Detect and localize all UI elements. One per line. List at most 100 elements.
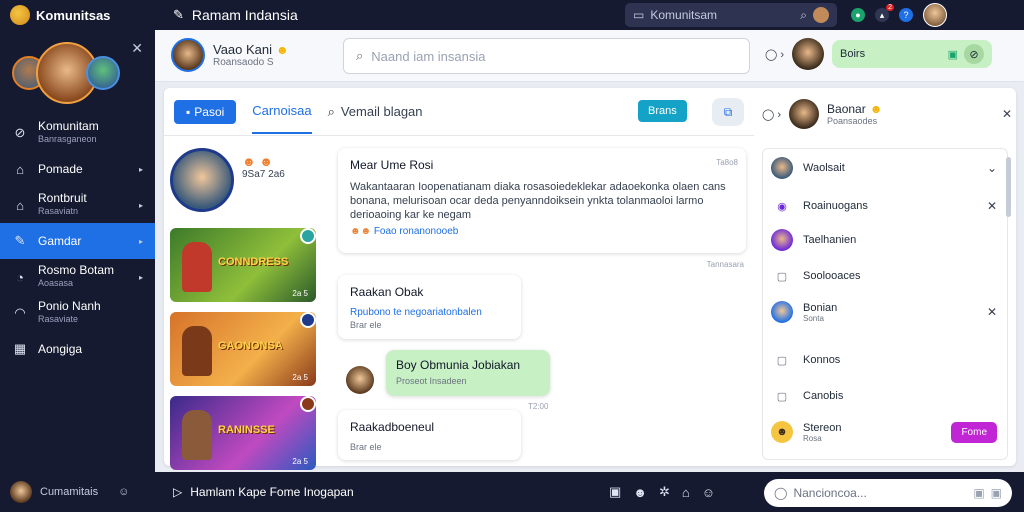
- post-author: ☻ ☻ 9Sa7 2a6: [170, 148, 320, 218]
- avatar[interactable]: [171, 38, 205, 72]
- sidebar-item-label: Rontbruit: [38, 191, 87, 205]
- avatar[interactable]: [346, 366, 374, 394]
- chevron-right-icon: ▸: [138, 236, 143, 246]
- panel-right-head: ◯ › Baonar ☻ Poansaodes ✕: [762, 94, 1012, 134]
- avatar[interactable]: [86, 56, 120, 90]
- avatar[interactable]: [789, 99, 820, 129]
- avatar[interactable]: [300, 228, 316, 244]
- smiley-icon[interactable]: ☺: [702, 485, 715, 500]
- avatar[interactable]: [170, 148, 234, 212]
- top-icons: ● ▴ 2 ?: [851, 3, 947, 27]
- list-item-label: Taelhanien: [803, 234, 857, 246]
- message-bubble[interactable]: Raakan Obak Rpubono te negoariatonbalen …: [338, 275, 521, 339]
- sidebar-item-rosmo[interactable]: ◔ Rosmo Botam Aoasasa ▸: [0, 259, 155, 295]
- top-bar: Komunitsas ✎ Ramam Indansia ▭ Komunitsam…: [0, 0, 1024, 30]
- message-title: Raakadboeneul: [350, 420, 435, 434]
- smiley-icon: ☻: [276, 42, 289, 57]
- search-icon[interactable]: ⌕: [800, 8, 807, 23]
- list-item[interactable]: Taelhanien: [771, 229, 1003, 251]
- toggle-icon[interactable]: ◯ ›: [765, 48, 784, 61]
- character-figure: [182, 242, 212, 292]
- home-icon[interactable]: ⌂: [682, 485, 690, 500]
- sidebar-item-rontbruit[interactable]: ⌂ Rontbruit Rasaviatn ▸: [0, 187, 155, 223]
- close-icon[interactable]: ✕: [1002, 107, 1012, 121]
- emoji-icon[interactable]: ◯: [774, 486, 787, 500]
- sidebar-item-aongiga[interactable]: ▦ Aongiga: [0, 331, 155, 367]
- bottom-user[interactable]: Cumamitais ☺: [0, 481, 155, 503]
- bottom-bar: Cumamitais ☺ ▷ Hamlam Kape Fome Inogapan…: [0, 472, 1024, 512]
- game-card[interactable]: RANINSSE 2a 5: [170, 396, 316, 470]
- close-icon[interactable]: ✕: [131, 40, 143, 57]
- list-item[interactable]: ▢ Soolooaces: [771, 265, 1003, 287]
- smiley-icon[interactable]: ☺: [118, 486, 129, 498]
- avatar[interactable]: [813, 7, 829, 23]
- list-item[interactable]: Bonian Sonta ✕: [771, 301, 1003, 323]
- compose-button[interactable]: ⧉: [712, 98, 744, 126]
- compass-icon: ⊘: [14, 125, 26, 140]
- gif-icon[interactable]: ▣: [991, 486, 1002, 500]
- follow-button[interactable]: Fome: [951, 421, 997, 443]
- sidebar-item-label: Gamdar: [38, 233, 82, 248]
- list-item[interactable]: Waolsait ⌄: [771, 157, 1003, 179]
- sidebar-item-gamdar[interactable]: ✎ Gamdar ▸: [0, 223, 155, 259]
- close-icon[interactable]: ✕: [987, 199, 997, 213]
- avatar[interactable]: [10, 481, 32, 503]
- close-icon[interactable]: ✕: [987, 305, 997, 319]
- chat-title: ✎ Ramam Indansia: [155, 7, 625, 23]
- header-user[interactable]: Vaao Kani ☻ Roansaodo S: [171, 38, 289, 72]
- message-link-text: Foao ronanonooeb: [373, 226, 459, 237]
- message-link[interactable]: Rpubono te negoariatonbalen: [350, 307, 509, 318]
- menu-icon: ▭: [633, 8, 645, 22]
- bottom-user-name: Cumamitais: [40, 486, 99, 498]
- game-card[interactable]: CONNDRESS 2a 5: [170, 228, 316, 302]
- reaction-icons[interactable]: ☻ ☻: [242, 154, 285, 169]
- brand[interactable]: Komunitsas: [0, 5, 155, 25]
- avatar: [771, 301, 793, 323]
- help-icon[interactable]: ?: [899, 8, 913, 22]
- tab-carnoisaa[interactable]: Carnoisaa: [252, 89, 312, 134]
- sidebar-item-komunitam[interactable]: ⊘ Komunitam Banrasganeon: [0, 115, 155, 151]
- message-bubble[interactable]: Mear Ume Rosi Wakantaaran Ioopenatianam …: [338, 148, 746, 253]
- play-icon[interactable]: ▷: [173, 485, 182, 499]
- image-icon[interactable]: ▣: [973, 486, 984, 500]
- brans-button[interactable]: Brans: [638, 100, 687, 122]
- avatar[interactable]: [300, 396, 316, 412]
- list-item[interactable]: ☻ Stereon Rosa Fome: [771, 421, 1003, 443]
- sidebar-item-label: Ponio Nanh: [38, 299, 101, 313]
- sparkle-icon[interactable]: ✲: [659, 484, 670, 500]
- sidebar-item-ponio[interactable]: ◠ Ponio Nanh Rasaviate: [0, 295, 155, 331]
- header-search-input[interactable]: ⌕ Naand iam insansia: [343, 38, 750, 74]
- green-status-icon[interactable]: ●: [851, 8, 865, 22]
- bottom-icons: ▣ ☻ ✲ ⌂ ☺: [609, 484, 715, 500]
- message-sub: Brar ele: [350, 320, 382, 330]
- gift-icon[interactable]: ▣: [609, 484, 621, 500]
- top-search-input[interactable]: ▭ Komunitsam ⌕: [625, 3, 837, 27]
- screen-icon[interactable]: ▣: [948, 48, 958, 61]
- message-bubble-green[interactable]: Boy Obmunia Jobiakan Proseot Insadeen: [386, 350, 550, 396]
- chevron-down-icon[interactable]: ⌄: [987, 161, 997, 175]
- game-title: RANINSSE: [218, 424, 275, 436]
- sidebar-item-pomade[interactable]: ⌂ Pomade ▸: [0, 151, 155, 187]
- message-sub: Brar ele: [350, 442, 382, 452]
- sidebar-item-sub: Rasaviate: [38, 314, 79, 324]
- toggle-icon[interactable]: ◯ ›: [762, 108, 781, 121]
- green-status-label: Boirs: [840, 48, 866, 60]
- green-status-box[interactable]: Boirs ▣ ⊘: [832, 40, 993, 68]
- user-avatar[interactable]: [923, 3, 947, 27]
- mic-icon[interactable]: ⊘: [964, 44, 985, 64]
- tab-vemail[interactable]: ⌕ Vemail blagan: [328, 104, 423, 120]
- list-item[interactable]: ◉ Roainuogans ✕: [771, 195, 1003, 217]
- message-input[interactable]: ◯ Nancioncoa... ▣ ▣: [764, 479, 1012, 507]
- emoji-icon[interactable]: ☻: [633, 485, 647, 500]
- tab-pasoi[interactable]: ▪ Pasoi: [174, 99, 237, 124]
- avatar[interactable]: [300, 312, 316, 328]
- list-item[interactable]: ▢ Konnos: [771, 349, 1003, 371]
- list-item[interactable]: ▢ Canobis: [771, 385, 1003, 407]
- message-bubble[interactable]: Raakadboeneul Brar ele: [338, 410, 521, 460]
- notification-icon[interactable]: ▴ 2: [875, 4, 894, 22]
- message-link[interactable]: ☻☻ Foao ronanonooeb: [350, 226, 734, 237]
- scrollbar[interactable]: [1006, 157, 1011, 217]
- edit-icon[interactable]: ✎: [173, 7, 184, 23]
- game-card[interactable]: GAONONSA 2a 5: [170, 312, 316, 386]
- avatar[interactable]: [792, 38, 825, 70]
